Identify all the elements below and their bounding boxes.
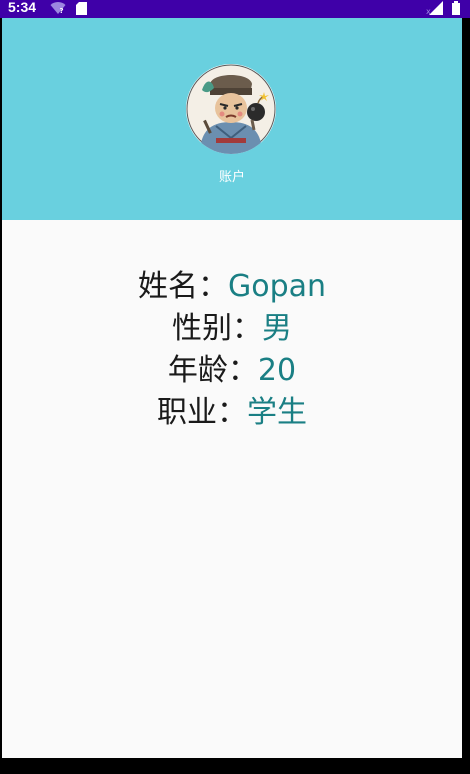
status-time: 5:34: [8, 0, 37, 15]
name-label: 姓名：: [137, 269, 228, 304]
name-value: Gopan: [227, 269, 327, 304]
screen-edge: [462, 18, 470, 758]
age-value: 20: [257, 353, 297, 388]
signal-icon: x: [426, 0, 446, 19]
sd-card-icon: [76, 0, 87, 19]
job-label: 职业：: [157, 395, 247, 430]
name-row: 姓名：Gopan: [2, 266, 462, 308]
age-label: 年龄：: [167, 353, 258, 388]
status-icons-left: ?: [50, 1, 87, 17]
svg-text:x: x: [426, 7, 431, 15]
gender-row: 性别：男: [2, 308, 462, 350]
profile-header: 账户: [2, 18, 462, 220]
gender-label: 性别：: [172, 311, 262, 346]
avatar[interactable]: [186, 64, 276, 154]
status-bar: 5:34 ? x: [0, 0, 470, 18]
wifi-question-icon: ?: [50, 0, 66, 19]
device-screen: 5:34 ? x 账户 姓名：Gopan 性别：男 年龄：20 职业：学生: [0, 0, 470, 774]
profile-info: 姓名：Gopan 性别：男 年龄：20 职业：学生: [2, 266, 462, 434]
battery-icon: [452, 0, 460, 19]
avatar-character-icon: [186, 64, 276, 154]
navigation-bar: [0, 758, 470, 774]
svg-text:?: ?: [60, 7, 64, 15]
app-content: 账户 姓名：Gopan 性别：男 年龄：20 职业：学生: [2, 18, 462, 758]
account-label[interactable]: 账户: [2, 166, 462, 185]
age-row: 年龄：20: [2, 350, 462, 392]
job-value: 学生: [247, 395, 307, 430]
gender-value: 男: [262, 311, 292, 346]
job-row: 职业：学生: [2, 392, 462, 434]
status-icons-right: x: [426, 0, 460, 19]
